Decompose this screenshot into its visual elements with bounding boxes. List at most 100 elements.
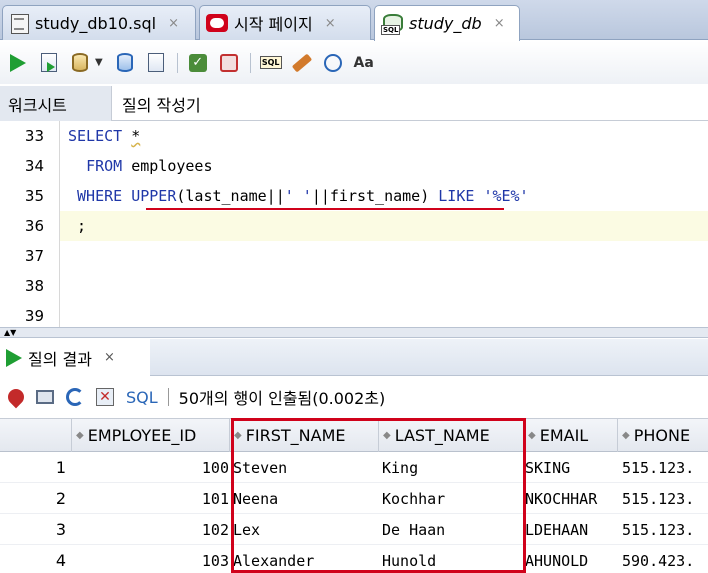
editor-line: 38 [0,271,708,301]
column-header-phone[interactable]: ◆ PHONE [618,419,708,452]
sort-icon: ◆ [76,430,84,441]
column-header-label: EMAIL [539,426,589,445]
tab-query-builder[interactable]: 질의 작성기 [114,86,209,121]
worksheet-toolbar: ▼ ✓ SQL Aa [0,41,708,84]
delete-icon[interactable]: ✕ [96,388,114,406]
column-header-last-name[interactable]: ◆ LAST_NAME [379,419,524,452]
code-line: FROM employees [86,157,213,175]
close-icon[interactable]: × [168,16,179,31]
line-number: 33 [24,127,44,145]
table-row[interactable]: 2 101 Neena Kochhar NKOCHHAR 515.123. [0,483,708,514]
tab-query-result[interactable]: 질의 결과 × [0,339,150,376]
fetch-status: 50개의 행이 인출됨(0.002초) [178,389,386,408]
toolbar-separator [167,388,169,406]
tab-label: study_db10.sql [35,13,157,33]
cell-email[interactable]: AHUNOLD [525,545,617,573]
cell-employee-id[interactable]: 101 [72,483,229,514]
sql-tuning-icon[interactable] [144,51,168,75]
cell-phone[interactable]: 590.423. [622,545,708,573]
line-number: 35 [24,187,44,205]
editor-line: 34 FROM employees [0,151,708,181]
history-icon[interactable] [321,51,345,75]
column-header-label: EMPLOYEE_ID [87,426,197,445]
cell-first-name[interactable]: Steven [233,452,377,483]
sort-icon: ◆ [234,430,242,441]
toolbar-separator [249,52,251,73]
column-header-employee-id[interactable]: ◆ EMPLOYEE_ID [72,419,230,452]
column-header-label: FIRST_NAME [245,426,346,445]
collapse-arrows-icon[interactable]: ▲▼ [4,328,16,337]
table-row[interactable]: 3 102 Lex De Haan LDEHAAN 515.123. [0,514,708,545]
format-icon[interactable]: Aa [352,51,376,75]
run-script-icon[interactable] [37,51,61,75]
pin-icon[interactable] [4,385,28,409]
worksheet-subtabs: 워크시트 질의 작성기 [0,86,708,121]
line-number: 37 [24,247,44,265]
cell-last-name[interactable]: De Haan [382,514,522,545]
cell-first-name[interactable]: Alexander [233,545,377,573]
table-row[interactable]: 1 100 Steven King SKING 515.123. [0,452,708,483]
sort-icon: ◆ [622,430,630,441]
annotation-underline [146,208,504,210]
cell-employee-id[interactable]: 102 [72,514,229,545]
tab-study-db10-sql[interactable]: study_db10.sql × [2,5,196,40]
unshared-sql-icon[interactable]: SQL [259,51,283,75]
row-number: 4 [55,551,66,570]
tab-label: 시작 페이지 [234,15,313,34]
autotrace-icon[interactable] [68,51,92,75]
cell-last-name[interactable]: Kochhar [382,483,522,514]
code-line: WHERE UPPER(last_name||' '||first_name) … [77,187,529,205]
line-number: 34 [24,157,44,175]
explain-plan-icon[interactable] [113,51,137,75]
line-number: 36 [24,217,44,235]
tab-start-page[interactable]: 시작 페이지 × [199,5,371,40]
row-number-header [0,419,72,452]
sql-editor[interactable]: 33 SELECT * 34 FROM employees 35 WHERE U… [0,121,708,327]
close-icon[interactable]: × [104,350,115,365]
rollback-icon[interactable] [217,51,241,75]
cell-email[interactable]: NKOCHHAR [525,483,617,514]
cell-employee-id[interactable]: 103 [72,545,229,573]
grid-header: ◆ EMPLOYEE_ID ◆ FIRST_NAME ◆ LAST_NAME ◆… [0,418,708,452]
close-icon[interactable]: × [494,16,505,31]
cell-email[interactable]: SKING [525,452,617,483]
run-statement-icon[interactable] [6,51,30,75]
clear-icon[interactable] [290,51,314,75]
column-header-label: LAST_NAME [394,426,490,445]
panel-splitter[interactable]: ▲▼ [0,327,708,338]
editor-line: 37 [0,241,708,271]
cell-first-name[interactable]: Lex [233,514,377,545]
tab-study-db[interactable]: study_db × [374,5,520,41]
cell-last-name[interactable]: Hunold [382,545,522,573]
editor-current-line: ; [60,211,708,241]
column-header-email[interactable]: ◆ EMAIL [524,419,618,452]
commit-icon[interactable]: ✓ [186,51,210,75]
refresh-icon[interactable] [66,388,84,406]
cell-phone[interactable]: 515.123. [622,483,708,514]
results-toolbar: ✕ SQL 50개의 행이 인출됨(0.002초) [0,377,708,417]
tab-worksheet[interactable]: 워크시트 [0,86,112,121]
sort-icon: ◆ [383,430,391,441]
cell-phone[interactable]: 515.123. [622,452,708,483]
chevron-down-icon[interactable]: ▼ [95,57,103,68]
print-icon[interactable] [36,390,54,404]
column-header-label: PHONE [633,426,691,445]
oracle-icon [206,14,228,32]
editor-line: 33 SELECT * [0,121,708,151]
toolbar-separator [176,52,178,73]
column-header-first-name[interactable]: ◆ FIRST_NAME [230,419,379,452]
cell-email[interactable]: LDEHAAN [525,514,617,545]
run-icon [6,348,22,367]
cell-phone[interactable]: 515.123. [622,514,708,545]
results-grid: ◆ EMPLOYEE_ID ◆ FIRST_NAME ◆ LAST_NAME ◆… [0,418,708,573]
results-tab-label: 질의 결과 [28,349,92,369]
cell-last-name[interactable]: King [382,452,522,483]
close-icon[interactable]: × [325,16,336,31]
cell-employee-id[interactable]: 100 [72,452,229,483]
table-row[interactable]: 4 103 Alexander Hunold AHUNOLD 590.423. [0,545,708,573]
cell-first-name[interactable]: Neena [233,483,377,514]
sql-link[interactable]: SQL [126,388,158,407]
line-number: 38 [24,277,44,295]
sort-icon: ◆ [528,430,536,441]
sql-file-icon [9,12,29,34]
